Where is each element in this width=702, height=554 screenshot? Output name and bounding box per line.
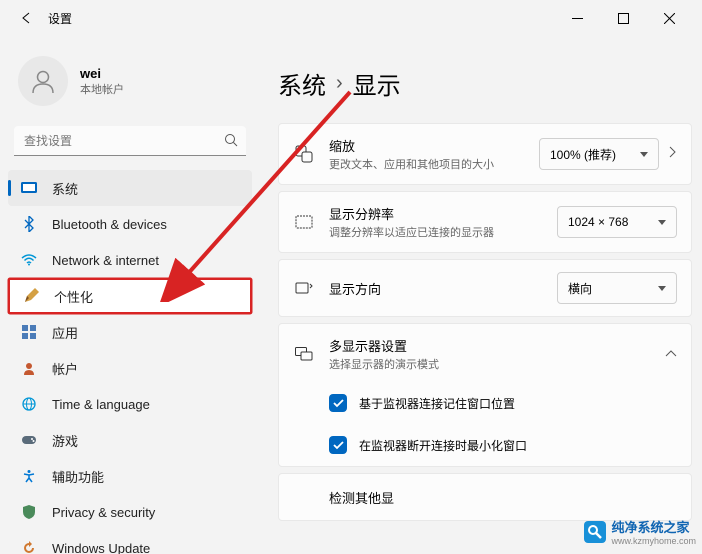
sidebar-item-network[interactable]: Network & internet [8, 242, 252, 278]
resolution-title: 显示分辨率 [329, 204, 557, 223]
multi-title: 多显示器设置 [329, 336, 665, 355]
user-name: wei [80, 66, 124, 81]
sidebar-item-apps[interactable]: 应用 [8, 314, 252, 350]
search-icon [224, 133, 238, 152]
orientation-dropdown[interactable]: 横向 [557, 272, 677, 304]
wifi-icon [20, 251, 38, 269]
scale-sub: 更改文本、应用和其他项目的大小 [329, 156, 539, 172]
resolution-dropdown[interactable]: 1024 × 768 [557, 206, 677, 238]
sidebar-item-accessibility[interactable]: 辅助功能 [8, 458, 252, 494]
breadcrumb-current: 显示 [353, 66, 401, 101]
check-label: 基于监视器连接记住窗口位置 [359, 395, 515, 412]
resolution-card[interactable]: 显示分辨率 调整分辨率以适应已连接的显示器 1024 × 768 [278, 191, 692, 253]
sidebar-item-label: Network & internet [52, 253, 159, 268]
sidebar-item-privacy[interactable]: Privacy & security [8, 494, 252, 530]
watermark-url: www.kzmyhome.com [611, 536, 696, 546]
bluetooth-icon [20, 215, 38, 233]
watermark-logo [584, 521, 606, 543]
multi-sub: 选择显示器的演示模式 [329, 356, 665, 372]
sidebar: wei 本地帐户 系统 Bluetooth & devices Network [0, 36, 260, 554]
access-icon [20, 467, 38, 485]
resolution-icon [293, 211, 315, 233]
search-input[interactable] [14, 126, 246, 156]
back-button[interactable] [10, 2, 42, 34]
sidebar-item-personalization[interactable]: 个性化 [8, 278, 252, 314]
multi-display-card: 多显示器设置 选择显示器的演示模式 基于监视器连接记住窗口位置 在监视器断开连接… [278, 323, 692, 467]
multi-display-icon [293, 343, 315, 365]
check-row-minimize[interactable]: 在监视器断开连接时最小化窗口 [293, 424, 677, 466]
globe-icon [20, 395, 38, 413]
person-icon [20, 359, 38, 377]
nav-list: 系统 Bluetooth & devices Network & interne… [8, 170, 252, 554]
sidebar-item-label: 帐户 [52, 359, 78, 378]
watermark: 纯净系统之家 www.kzmyhome.com [584, 517, 696, 546]
shield-icon [20, 503, 38, 521]
scale-icon [293, 143, 315, 165]
check-row-remember[interactable]: 基于监视器连接记住窗口位置 [293, 382, 677, 424]
system-icon [20, 179, 38, 197]
update-icon [20, 539, 38, 554]
scale-card[interactable]: 缩放 更改文本、应用和其他项目的大小 100% (推荐) [278, 123, 692, 185]
sidebar-item-update[interactable]: Windows Update [8, 530, 252, 554]
sidebar-item-bluetooth[interactable]: Bluetooth & devices [8, 206, 252, 242]
sidebar-item-gaming[interactable]: 游戏 [8, 422, 252, 458]
avatar [18, 56, 68, 106]
detect-title: 检测其他显 [329, 488, 677, 507]
sidebar-item-label: 个性化 [54, 287, 93, 306]
chevron-up-icon[interactable] [665, 345, 677, 363]
orientation-icon [293, 277, 315, 299]
sidebar-item-label: 系统 [52, 179, 78, 198]
minimize-button[interactable] [554, 2, 600, 34]
brush-icon [22, 287, 40, 305]
game-icon [20, 431, 38, 449]
window-title: 设置 [48, 10, 72, 27]
sidebar-item-time[interactable]: Time & language [8, 386, 252, 422]
user-sub: 本地帐户 [80, 81, 124, 97]
scale-dropdown[interactable]: 100% (推荐) [539, 138, 659, 170]
check-label: 在监视器断开连接时最小化窗口 [359, 437, 527, 454]
breadcrumb-root[interactable]: 系统 [278, 66, 326, 101]
orientation-title: 显示方向 [329, 279, 557, 298]
chevron-right-icon: › [336, 72, 343, 95]
maximize-button[interactable] [600, 2, 646, 34]
breadcrumb: 系统 › 显示 [278, 66, 692, 101]
chevron-right-icon[interactable] [669, 145, 677, 163]
sidebar-item-label: 游戏 [52, 431, 78, 450]
sidebar-item-label: Privacy & security [52, 505, 155, 520]
sidebar-item-system[interactable]: 系统 [8, 170, 252, 206]
sidebar-item-label: 辅助功能 [52, 467, 104, 486]
checkbox-minimize[interactable] [329, 436, 347, 454]
main-content: 系统 › 显示 缩放 更改文本、应用和其他项目的大小 100% (推荐) 显示分… [260, 36, 702, 554]
resolution-sub: 调整分辨率以适应已连接的显示器 [329, 224, 557, 240]
watermark-text: 纯净系统之家 [611, 517, 696, 536]
sidebar-item-accounts[interactable]: 帐户 [8, 350, 252, 386]
close-button[interactable] [646, 2, 692, 34]
orientation-card[interactable]: 显示方向 横向 [278, 259, 692, 317]
sidebar-item-label: 应用 [52, 323, 78, 342]
sidebar-item-label: Bluetooth & devices [52, 217, 167, 232]
scale-title: 缩放 [329, 136, 539, 155]
detect-card[interactable]: 检测其他显 [278, 473, 692, 521]
sidebar-item-label: Windows Update [52, 541, 150, 554]
sidebar-item-label: Time & language [52, 397, 150, 412]
user-block[interactable]: wei 本地帐户 [8, 46, 252, 126]
checkbox-remember[interactable] [329, 394, 347, 412]
apps-icon [20, 323, 38, 341]
